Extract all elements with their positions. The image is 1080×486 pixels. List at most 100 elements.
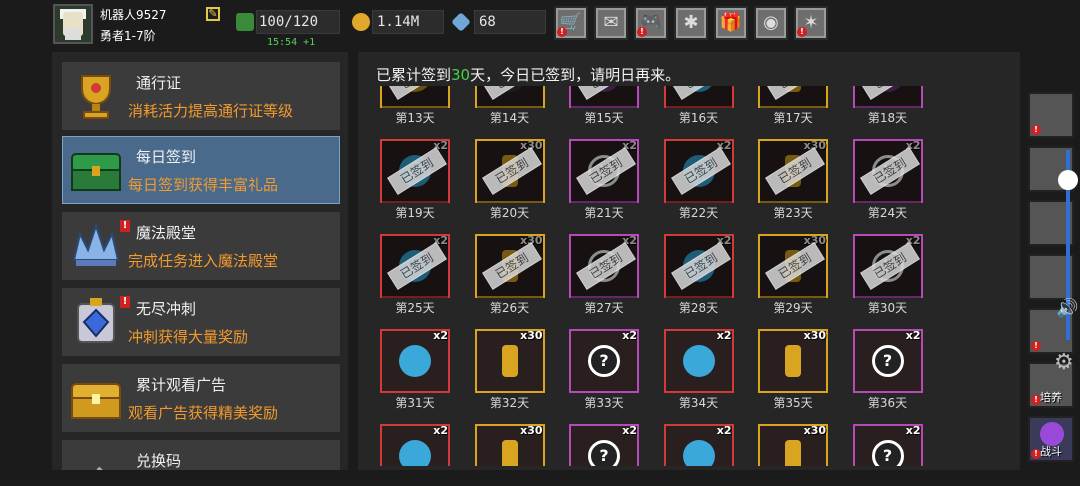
reward-grid[interactable]: 已签到第13天已签到第14天已签到第15天已签到第16天已签到第17天已签到第1… <box>372 86 992 466</box>
fireworks-button[interactable]: ✶! <box>794 6 828 40</box>
reward-quantity: x2 <box>716 329 732 342</box>
day-label: 第24天 <box>867 206 908 220</box>
reward-cell[interactable]: ? x2 <box>569 329 639 395</box>
reward-cell[interactable]: x30 <box>758 329 828 395</box>
menu-item-pass[interactable]: 通行证 消耗活力提高通行证等级 <box>62 62 340 130</box>
day-label: 第23天 <box>773 206 813 220</box>
reward-cell[interactable]: 已签到 <box>474 86 545 110</box>
crystal-icon <box>785 440 801 466</box>
edit-icon[interactable]: ✎ <box>206 7 220 21</box>
battle-label: 战斗 <box>1040 445 1062 458</box>
menu-item-watch-ads[interactable]: 累计观看广告 观看广告获得精美奖励 <box>62 364 340 432</box>
menu-desc: 每日签到获得丰富礼品 <box>128 176 279 194</box>
reward-cell[interactable]: 已签到 <box>852 86 923 110</box>
stamina-counter: 100/120 <box>256 10 340 34</box>
reward-cell[interactable]: x30 已签到 <box>758 234 828 300</box>
reward-quantity: x30 <box>803 424 826 437</box>
reward-cell[interactable]: 已签到 <box>380 86 450 110</box>
menu-title: 通行证 <box>136 74 182 92</box>
mystery-icon: ? <box>871 440 904 466</box>
gem-counter: 68 <box>474 10 546 34</box>
menu-desc: 冲刺获得大量奖励 <box>128 328 249 346</box>
reward-cell[interactable]: ? x2 <box>569 424 639 466</box>
game-button[interactable]: 🎮! <box>634 6 668 40</box>
mystery-icon: ? <box>588 345 620 377</box>
color-button[interactable]: ◉ <box>754 6 788 40</box>
player-avatar[interactable] <box>53 4 93 44</box>
shop-button[interactable]: 🛒! <box>554 6 588 40</box>
menu-item-redeem-code[interactable]: 兑换码 <box>62 440 340 470</box>
volume-icon[interactable]: 🔊 <box>1056 298 1078 319</box>
envelope-icon: ✉ <box>603 12 619 33</box>
reward-cell[interactable]: ?x2已签到 <box>569 234 639 300</box>
reward-cell[interactable]: x30 <box>474 424 545 466</box>
menu-desc: 观看广告获得精美奖励 <box>128 404 279 422</box>
reward-cell[interactable]: x30 <box>474 329 545 395</box>
day-label: 第22天 <box>678 206 719 220</box>
reward-cell[interactable]: ?x2已签到 <box>852 139 923 205</box>
crystal-icon <box>501 345 518 377</box>
reward-cell[interactable]: x30 已签到 <box>474 139 545 205</box>
reward-quantity: x2 <box>622 329 637 342</box>
battle-button[interactable]: ! 战斗 <box>1028 416 1074 462</box>
alert-badge: ! <box>797 27 807 37</box>
day-label: 第18天 <box>867 111 908 125</box>
reward-cell[interactable]: x2 <box>380 329 450 395</box>
day-label: 第25天 <box>395 301 435 315</box>
crystal-icon <box>785 345 801 377</box>
settings-gear-icon[interactable]: ⚙ <box>1054 350 1074 375</box>
reward-cell[interactable]: 已签到 <box>663 86 734 110</box>
settings-button[interactable]: ✱ <box>674 6 708 40</box>
signin-prefix: 已累计签到 <box>376 66 452 84</box>
alert-badge: ! <box>1031 125 1041 135</box>
gift-button[interactable]: 🎁 <box>714 6 748 40</box>
day-label: 第34天 <box>678 396 719 410</box>
reward-cell[interactable]: x2 <box>663 329 734 395</box>
alert-badge: ! <box>557 27 567 37</box>
gold-counter: 1.14M <box>372 10 444 34</box>
reward-cell[interactable]: x30 <box>758 424 828 466</box>
reward-cell[interactable]: x2 <box>380 424 450 466</box>
reward-cell[interactable]: x30 已签到 <box>758 139 828 205</box>
crystal-icon <box>501 440 518 466</box>
menu-item-endless-sprint[interactable]: ! 无尽冲刺 冲刺获得大量奖励 <box>62 288 340 356</box>
reward-cell[interactable]: ? x2 <box>852 329 923 395</box>
reward-quantity: x30 <box>520 424 543 437</box>
key-icon <box>96 466 103 470</box>
reward-cell[interactable]: x2 <box>663 424 734 466</box>
menu-item-daily-signin[interactable]: 每日签到 每日签到获得丰富礼品 <box>62 136 340 204</box>
menu-desc: 消耗活力提高通行证等级 <box>128 102 294 120</box>
day-label: 第14天 <box>489 111 530 125</box>
alert-badge: ! <box>120 296 130 308</box>
reward-cell[interactable]: x2 已签到 <box>663 234 734 300</box>
reward-cell[interactable]: ? x2 <box>852 424 923 466</box>
day-label: 第27天 <box>584 301 624 315</box>
volume-slider-knob[interactable] <box>1058 170 1078 190</box>
reward-quantity: x30 <box>803 329 826 342</box>
orb-icon <box>682 345 715 377</box>
reward-cell[interactable]: 已签到 <box>758 86 828 110</box>
side-button-1[interactable]: ! <box>1028 92 1074 138</box>
reward-cell[interactable]: ?x2已签到 <box>852 234 923 300</box>
orb-icon <box>682 440 715 466</box>
activity-menu: 通行证 消耗活力提高通行证等级 每日签到 每日签到获得丰富礼品 ! 魔法殿堂 完… <box>52 52 348 470</box>
day-label: 第26天 <box>489 301 530 315</box>
treasure-chest-green-icon <box>71 153 121 191</box>
reward-cell[interactable]: x2 已签到 <box>380 234 450 300</box>
reward-cell[interactable]: x30 已签到 <box>474 234 545 300</box>
signin-suffix: 天，今日已签到，请明日再来。 <box>470 66 681 84</box>
cultivate-label: 培养 <box>1040 391 1062 404</box>
mail-button[interactable]: ✉ <box>594 6 628 40</box>
menu-item-magic-hall[interactable]: ! 魔法殿堂 完成任务进入魔法殿堂 <box>62 212 340 280</box>
signin-days-count: 30 <box>451 66 471 84</box>
reward-cell[interactable]: 已签到 <box>569 86 639 110</box>
reward-quantity: x2 <box>905 329 921 342</box>
menu-title: 魔法殿堂 <box>136 224 197 242</box>
reward-quantity: x2 <box>716 424 732 437</box>
reward-cell[interactable]: x2 已签到 <box>380 139 450 205</box>
color-wheel-icon: ◉ <box>763 12 779 33</box>
reward-cell[interactable]: x2 已签到 <box>663 139 734 205</box>
reward-quantity: x2 <box>905 424 921 437</box>
mystery-icon: ? <box>871 345 904 377</box>
reward-cell[interactable]: ?x2已签到 <box>569 139 639 205</box>
